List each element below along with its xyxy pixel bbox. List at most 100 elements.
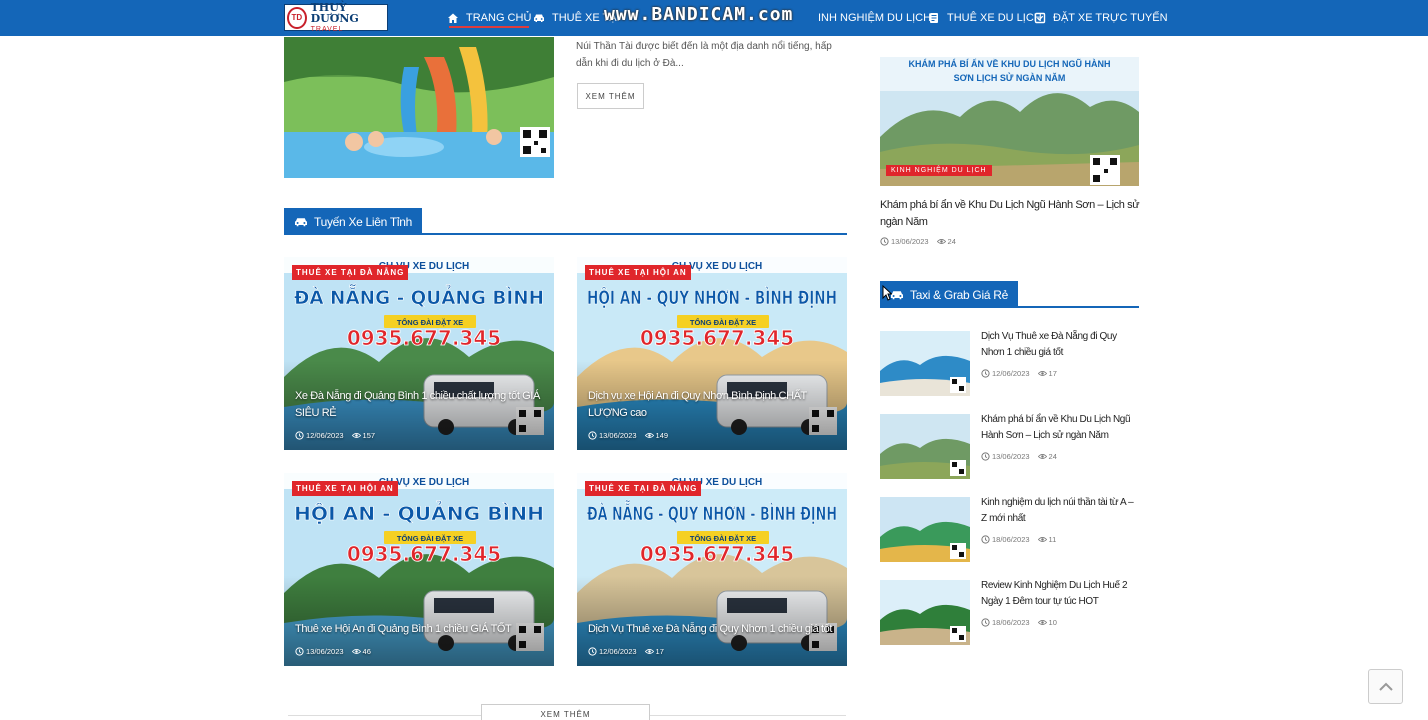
eye-icon bbox=[1037, 369, 1047, 378]
card-title[interactable]: Xe Đà Nẵng đi Quảng Bình 1 chiều chất lư… bbox=[295, 388, 542, 422]
clock-icon bbox=[295, 647, 304, 656]
category-badge[interactable]: THUÊ XE TẠI HỘI AN bbox=[292, 481, 398, 496]
post-thumbnail[interactable] bbox=[880, 414, 970, 479]
category-badge[interactable]: THUÊ XE TẠI ĐÀ NẴNG bbox=[585, 481, 702, 496]
eye-icon bbox=[351, 647, 361, 656]
clock-icon bbox=[588, 647, 597, 656]
card-title[interactable]: Thuê xe Hội An đi Quảng Bình 1 chiều GIÁ… bbox=[295, 621, 542, 638]
post-date: 13/06/2023 bbox=[599, 431, 637, 440]
view-count: 46 bbox=[362, 647, 371, 656]
post-thumbnail[interactable] bbox=[284, 37, 554, 178]
post-date: 13/06/2023 bbox=[992, 452, 1030, 461]
post-date: 18/06/2023 bbox=[992, 535, 1030, 544]
eye-icon bbox=[644, 647, 654, 656]
sidebar-post[interactable]: Kinh nghiệm du lịch núi thần tài từ A – … bbox=[880, 497, 1140, 562]
route-heading: ĐÀ NẴNG - QUẢNG BÌNH bbox=[294, 282, 544, 309]
post-date: 12/06/2023 bbox=[992, 369, 1030, 378]
card-meta: 12/06/2023 157 bbox=[295, 431, 375, 440]
sidebar-post[interactable]: Dịch Vụ Thuê xe Đà Nẵng đi Quy Nhơn 1 ch… bbox=[880, 331, 1140, 396]
eye-icon bbox=[1037, 452, 1047, 461]
route-card[interactable]: CH VỤ XE DU LỊCH ĐÀ NẴNG - QUẢNG BÌNH TỔNG… bbox=[284, 257, 554, 450]
route-card[interactable]: CH VỤ XE DU LỊCHĐÀ NẴNG - QUY NHƠN - BÌN… bbox=[577, 473, 847, 666]
sidebar-post[interactable]: Khám phá bí ẩn về Khu Du Lịch Ngũ Hành S… bbox=[880, 414, 1140, 479]
eye-icon bbox=[1037, 535, 1047, 544]
nav-item-kinh-nghiem[interactable]: INH NGHIỆM DU LỊCH bbox=[802, 0, 931, 36]
thumb-image bbox=[880, 331, 970, 396]
read-more-button[interactable]: XEM THÊM bbox=[577, 83, 644, 109]
nav-item-label: ĐẶT XE TRỰC TUYẾN bbox=[1053, 12, 1168, 24]
post-date: 12/06/2023 bbox=[599, 647, 637, 656]
thumb-qr-block bbox=[952, 628, 957, 633]
post-date: 13/06/2023 bbox=[306, 647, 344, 656]
sidebar-post[interactable]: Review Kinh Nghiệm Du Lịch Huế 2 Ngày 1 … bbox=[880, 580, 1140, 645]
post-meta: 13/06/2023 24 bbox=[981, 452, 1057, 461]
logo-mark-icon: TD bbox=[287, 6, 307, 29]
chevron-up-icon bbox=[1378, 682, 1393, 691]
view-count: 149 bbox=[655, 431, 669, 440]
feature-image-caption: KHÁM PHÁ BÍ ẨN VỀ KHU DU LỊCH NGŨ HÀNH S… bbox=[908, 59, 1111, 83]
post-thumbnail[interactable] bbox=[880, 331, 970, 396]
view-count: 17 bbox=[1048, 369, 1057, 378]
clock-icon bbox=[981, 369, 990, 378]
nav-item-label: INH NGHIỆM DU LỊCH bbox=[818, 12, 932, 24]
feature-meta: 13/06/2023 24 bbox=[880, 237, 956, 246]
checkbox-icon bbox=[1034, 12, 1046, 24]
recording-watermark: www.BANDICAM.com bbox=[604, 4, 794, 25]
section-title: Tuyến Xe Liên Tỉnh bbox=[314, 214, 413, 229]
nav-item-thue-xe-du-lich[interactable]: THUÊ XE DU LỊCH bbox=[928, 0, 1042, 36]
post-meta: 18/06/2023 11 bbox=[981, 535, 1056, 544]
section-header-routes: Tuyến Xe Liên Tỉnh bbox=[284, 208, 847, 235]
category-badge[interactable]: THUÊ XE TẠI HỘI AN bbox=[585, 265, 691, 280]
post-title[interactable]: Kinh nghiệm du lịch núi thần tài từ A – … bbox=[981, 495, 1139, 527]
card-title[interactable]: Dịch Vụ Thuê xe Đà Nẵng đi Quy Nhơn 1 ch… bbox=[588, 621, 835, 638]
view-count: 157 bbox=[362, 431, 376, 440]
post-title[interactable]: Dịch Vụ Thuê xe Đà Nẵng đi Quy Nhơn 1 ch… bbox=[981, 329, 1139, 361]
route-card[interactable]: CH VỤ XE DU LỊCH HỘI AN - QUẢNG BÌNH TỔNG … bbox=[284, 473, 554, 666]
nav-item-home[interactable]: TRANG CHỦ bbox=[447, 0, 531, 36]
home-icon bbox=[447, 12, 459, 24]
clock-icon bbox=[295, 431, 304, 440]
card-title[interactable]: Dịch vụ xe Hội An đi Quy Nhơn Bình Định … bbox=[588, 388, 835, 422]
view-count: 24 bbox=[947, 237, 956, 246]
thumb-qr-block bbox=[952, 545, 957, 550]
nav-item-label: TRANG CHỦ bbox=[466, 12, 532, 24]
eye-icon bbox=[936, 237, 946, 246]
top-navbar: TD THUỲ DƯƠNG TRAVEL TRANG CHỦ THUÊ XE T… bbox=[0, 0, 1428, 36]
section-tab[interactable]: Tuyến Xe Liên Tỉnh bbox=[284, 208, 423, 235]
post-title[interactable]: Khám phá bí ẩn về Khu Du Lịch Ngũ Hành S… bbox=[981, 412, 1139, 444]
phone-number: 0935.677.345 bbox=[347, 542, 501, 566]
phone-number: 0935.677.345 bbox=[640, 542, 794, 566]
clock-icon bbox=[981, 535, 990, 544]
nav-item-dat-xe[interactable]: ĐẶT XE TRỰC TUYẾN bbox=[1034, 0, 1168, 36]
section-tab[interactable]: Taxi & Grab Giá Rẻ bbox=[880, 281, 1018, 308]
clock-icon bbox=[588, 431, 597, 440]
section-title: Taxi & Grab Giá Rẻ bbox=[910, 287, 1008, 302]
post-thumbnail[interactable] bbox=[880, 580, 970, 645]
post-title[interactable]: Review Kinh Nghiệm Du Lịch Huế 2 Ngày 1 … bbox=[981, 578, 1139, 610]
card-meta: 13/06/2023 149 bbox=[588, 431, 668, 440]
eye-icon bbox=[1037, 618, 1047, 627]
scroll-to-top-button[interactable] bbox=[1368, 669, 1403, 704]
site-logo[interactable]: TD THUỲ DƯƠNG TRAVEL bbox=[284, 2, 388, 33]
mouse-cursor-icon bbox=[882, 285, 892, 301]
post-excerpt: Núi Thần Tài được biết đến là một địa da… bbox=[576, 41, 832, 69]
route-card[interactable]: CH VỤ XE DU LỊCHHỘI AN - QUY NHƠN - BÌNH… bbox=[577, 257, 847, 450]
thumb-qr-block bbox=[959, 386, 964, 391]
route-heading: ĐÀ NẴNG - QUY NHƠN - BÌNH ĐỊNH bbox=[587, 498, 837, 525]
load-more-button[interactable]: XEM THÊM bbox=[481, 704, 650, 720]
post-thumbnail[interactable] bbox=[880, 497, 970, 562]
thumb-qr-block bbox=[952, 379, 957, 384]
view-count: 24 bbox=[1048, 452, 1057, 461]
thumb-qr-block bbox=[952, 462, 957, 467]
category-badge[interactable]: KINH NGHIỆM DU LỊCH bbox=[886, 165, 992, 176]
car-icon bbox=[533, 12, 545, 24]
feature-title[interactable]: Khám phá bí ẩn về Khu Du Lịch Ngũ Hành S… bbox=[880, 197, 1140, 231]
nav-item-label: THUÊ XE DU LỊCH bbox=[947, 12, 1042, 24]
view-count: 10 bbox=[1048, 618, 1057, 627]
category-badge[interactable]: THUÊ XE TẠI ĐÀ NẴNG bbox=[292, 265, 409, 280]
post-meta: 18/06/2023 10 bbox=[981, 618, 1057, 627]
phone-number: 0935.677.345 bbox=[347, 326, 501, 350]
car-icon bbox=[890, 289, 904, 301]
route-heading: HỘI AN - QUY NHƠN - BÌNH ĐỊNH bbox=[587, 285, 837, 309]
post-date: 12/06/2023 bbox=[306, 431, 344, 440]
